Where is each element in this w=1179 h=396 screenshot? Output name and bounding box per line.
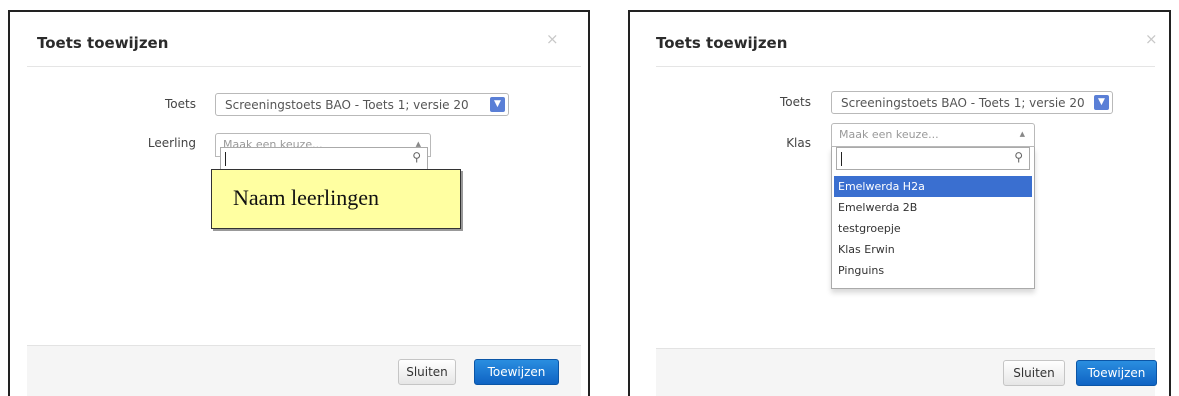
- text-cursor: [225, 152, 226, 166]
- caret-up-icon: ▲: [1019, 130, 1025, 138]
- test-select-value: Screeningstoets BAO - Toets 1; versie 20: [225, 98, 469, 112]
- header-divider: [27, 66, 581, 67]
- student-label: Leerling: [147, 136, 196, 150]
- assign-button[interactable]: Toewijzen: [474, 359, 559, 385]
- class-search-input[interactable]: ⚲: [836, 147, 1030, 170]
- dropdown-option[interactable]: Emelwerda 2B: [834, 197, 1032, 218]
- dialog-title: Toets toewijzen: [656, 34, 788, 52]
- dropdown-option[interactable]: Klas Erwin: [834, 239, 1032, 260]
- dropdown-option[interactable]: Pinguins: [834, 260, 1032, 281]
- student-search-input[interactable]: ⚲: [220, 147, 428, 170]
- close-button[interactable]: Sluiten: [398, 359, 456, 385]
- class-select[interactable]: Maak een keuze... ▲: [831, 123, 1035, 147]
- text-cursor: [841, 152, 842, 166]
- search-icon: ⚲: [412, 150, 421, 164]
- test-label: Toets: [165, 97, 196, 111]
- chevron-down-icon[interactable]: ▼: [1094, 95, 1109, 110]
- class-dropdown: ⚲ Emelwerda H2a Emelwerda 2B testgroepje…: [831, 147, 1035, 289]
- close-icon[interactable]: ×: [1145, 32, 1158, 47]
- close-icon[interactable]: ×: [546, 32, 559, 47]
- dialog-footer: Sluiten Toewijzen: [27, 345, 581, 396]
- assign-test-dialog-right: × Toets toewijzen Toets Screeningstoets …: [628, 10, 1171, 396]
- assign-test-dialog-left: × Toets toewijzen Toets Screeningstoets …: [8, 10, 590, 396]
- search-icon: ⚲: [1014, 150, 1023, 164]
- callout-annotation: Naam leerlingen: [211, 169, 461, 229]
- dialog-title: Toets toewijzen: [37, 34, 169, 52]
- class-select-placeholder: Maak een keuze...: [839, 128, 939, 141]
- assign-button[interactable]: Toewijzen: [1076, 360, 1157, 386]
- test-select-value: Screeningstoets BAO - Toets 1; versie 20: [841, 96, 1085, 110]
- header-divider: [656, 66, 1155, 67]
- test-select[interactable]: Screeningstoets BAO - Toets 1; versie 20…: [831, 91, 1113, 114]
- dropdown-option[interactable]: testgroepje: [834, 218, 1032, 239]
- test-select[interactable]: Screeningstoets BAO - Toets 1; versie 20…: [215, 93, 509, 116]
- close-button[interactable]: Sluiten: [1003, 360, 1065, 386]
- dropdown-option[interactable]: Emelwerda H2a: [834, 176, 1032, 197]
- class-label: Klas: [786, 136, 811, 150]
- dialog-footer: Sluiten Toewijzen: [656, 348, 1157, 396]
- chevron-down-icon[interactable]: ▼: [490, 97, 505, 112]
- test-label: Toets: [780, 95, 811, 109]
